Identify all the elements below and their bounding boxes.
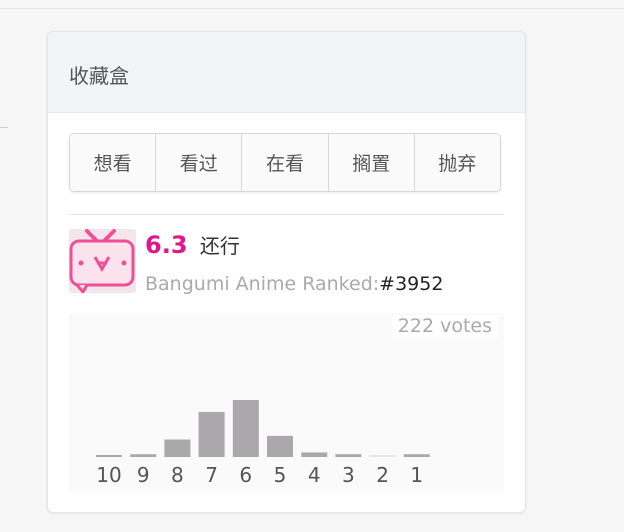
rank-prefix: Bangumi Anime Ranked: (145, 273, 380, 295)
rating-tick-5: 5 (274, 463, 287, 487)
watched-button[interactable]: 看过 (156, 134, 243, 191)
tv-mascot-icon (69, 229, 136, 293)
votes-count: 222 votes (391, 315, 498, 337)
rating-bar-5[interactable] (267, 435, 293, 457)
top-border (0, 8, 624, 9)
rank-line: Bangumi Anime Ranked:#3952 (145, 273, 443, 295)
collection-box-panel: 收藏盒 想看 看过 在看 搁置 抛弃 6.3 还行 Bangumi Anime … (47, 31, 526, 513)
dropped-button[interactable]: 抛弃 (414, 134, 500, 191)
rating-bar-3[interactable] (335, 454, 362, 457)
rating-tick-2: 2 (376, 463, 389, 487)
rating-tick-1: 1 (410, 463, 423, 487)
rating-tick-6: 6 (239, 463, 252, 487)
rating-tick-4: 4 (308, 463, 321, 487)
rating-bar-4[interactable] (301, 452, 328, 457)
rating-tick-7: 7 (205, 463, 218, 487)
rating-bar-9[interactable] (130, 454, 157, 457)
collection-action-group: 想看 看过 在看 搁置 抛弃 (69, 133, 501, 192)
rating-tick-8: 8 (171, 463, 184, 487)
rating-label: 还行 (199, 234, 240, 258)
rating-bar-7[interactable] (198, 411, 225, 457)
rating-bar-2[interactable] (369, 455, 396, 457)
section-divider (69, 214, 504, 215)
rating-distribution-chart: 10 9 8 7 6 5 4 3 2 1 222 votes (69, 313, 504, 491)
score-line: 6.3 还行 (145, 230, 240, 259)
rating-tick-10: 10 (96, 463, 121, 487)
rating-bar-1[interactable] (403, 454, 430, 457)
watching-button[interactable]: 在看 (242, 134, 329, 191)
score-value: 6.3 (145, 231, 188, 259)
on-hold-button[interactable]: 搁置 (328, 134, 415, 191)
want-to-watch-button[interactable]: 想看 (70, 134, 157, 191)
rating-bar-8[interactable] (164, 439, 191, 457)
panel-title: 收藏盒 (69, 64, 129, 88)
rating-tick-9: 9 (137, 463, 150, 487)
rating-bar-10[interactable] (96, 455, 122, 457)
rating-bars: 10 9 8 7 6 5 4 3 2 1 (96, 400, 430, 487)
rank-number: #3952 (379, 273, 444, 295)
panel-header: 收藏盒 (48, 32, 525, 113)
rating-tick-3: 3 (342, 463, 355, 487)
rating-bar-6[interactable] (232, 400, 259, 457)
left-divider-tick (0, 127, 8, 128)
